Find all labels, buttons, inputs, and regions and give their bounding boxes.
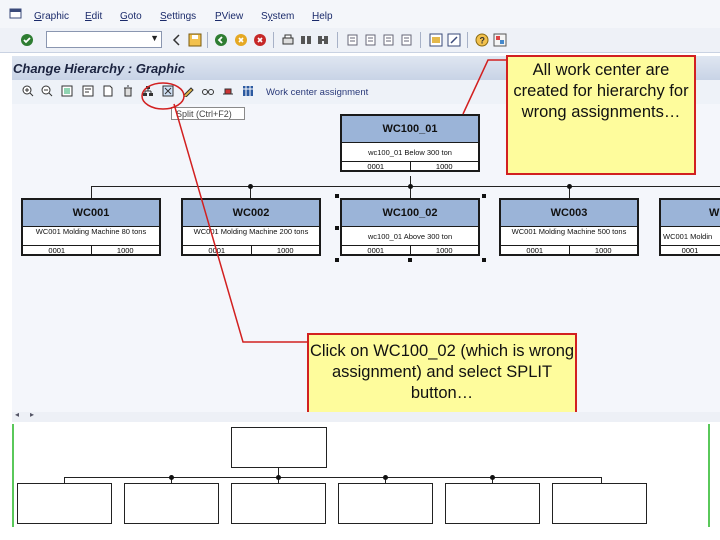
overview-child-node <box>338 483 433 524</box>
overview-child-node <box>231 483 326 524</box>
callout-pointer-line <box>462 59 507 115</box>
overview-root-node <box>231 427 327 468</box>
overview-dot <box>490 475 495 480</box>
scroll-left-icon[interactable]: ◂ <box>15 410 19 419</box>
overview-child-node <box>124 483 219 524</box>
overview-child-node <box>552 483 647 524</box>
callout-pointer-line <box>173 103 310 343</box>
split-highlight-circle <box>141 82 185 110</box>
overview-dot <box>383 475 388 480</box>
overview-dot <box>169 475 174 480</box>
scroll-right-icon[interactable]: ▸ <box>30 410 34 419</box>
callout-middle: Click on WC100_02 (which is wrong assign… <box>307 333 577 414</box>
horizontal-scrollbar[interactable]: ◂ ▸ <box>12 410 720 422</box>
overview-connector <box>64 477 602 478</box>
callout-top: All work center are created for hierarch… <box>506 55 696 175</box>
overview-child-node <box>17 483 112 524</box>
overview-dot <box>276 475 281 480</box>
overview-child-node <box>445 483 540 524</box>
